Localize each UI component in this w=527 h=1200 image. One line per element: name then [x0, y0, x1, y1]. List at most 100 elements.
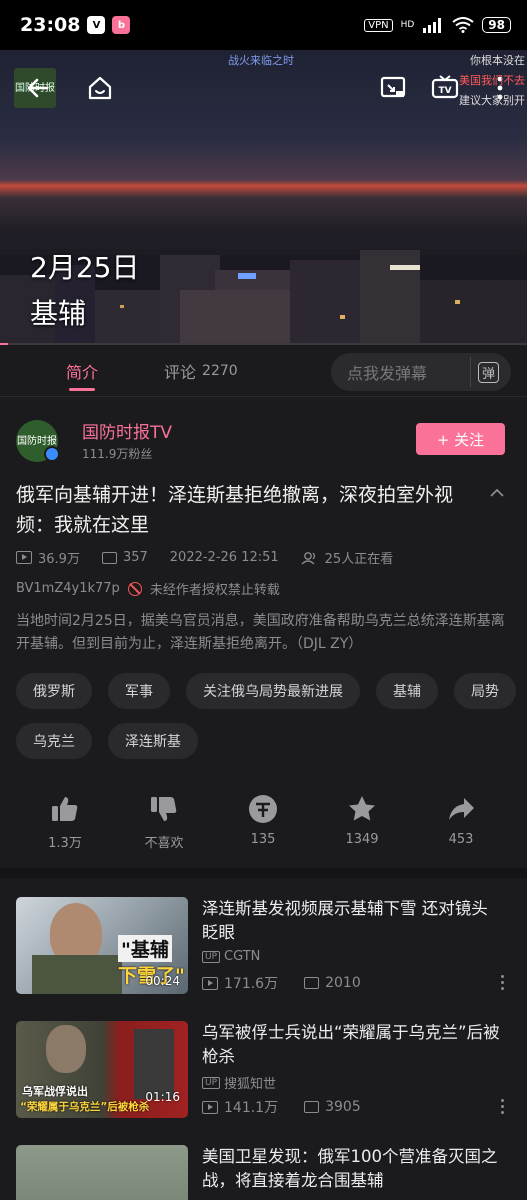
- video-duration: 01:16: [145, 1090, 180, 1104]
- like-count: 1.3万: [48, 836, 82, 851]
- vpn-badge: VPN: [364, 18, 393, 32]
- video-thumbnail[interactable]: [16, 1145, 188, 1200]
- tag-chip[interactable]: 泽连斯基: [108, 723, 198, 759]
- tag-chip[interactable]: 俄罗斯: [16, 673, 92, 709]
- viewers-icon: [301, 551, 315, 564]
- home-button[interactable]: [82, 70, 118, 106]
- video-caption-place: 基辅: [30, 297, 87, 330]
- rec-uploader[interactable]: UP CGTN: [202, 949, 260, 964]
- publish-date: 2022-2-26 12:51: [169, 550, 279, 565]
- signal-icon: [423, 18, 442, 33]
- content-tabs: 简介 评论 2270 点我发弹幕 弹: [0, 345, 527, 397]
- danmaku-count-icon: [304, 1101, 320, 1113]
- danmaku-toggle-button[interactable]: 弹: [470, 357, 506, 387]
- thumb-caption: “荣耀属于乌克兰”后被枪杀: [20, 1101, 150, 1113]
- danmaku-input[interactable]: 点我发弹幕 弹: [331, 353, 511, 391]
- favorite-button[interactable]: 1349: [322, 794, 402, 847]
- more-vertical-icon[interactable]: [501, 1099, 505, 1114]
- danmaku-count-icon: [304, 977, 320, 989]
- tab-comments[interactable]: 评论 2270: [146, 345, 256, 397]
- video-player[interactable]: 国防时报 TV 战火来临之时 你根本没在 美国我们不去 建议大家别开 2月25日…: [0, 50, 527, 345]
- rec-views: 141.1万: [224, 1100, 279, 1116]
- section-divider: [0, 868, 527, 878]
- like-button[interactable]: 1.3万: [25, 794, 105, 851]
- tag-chip[interactable]: 局势: [454, 673, 516, 709]
- tag-list: 俄罗斯 军事 关注俄乌局势最新进展 基辅 局势 乌克兰 泽连斯基: [16, 673, 516, 759]
- rec-stats: 141.1万 3905: [202, 1097, 361, 1117]
- uploader-row: 国防时报 国防时报TV 111.9万粉丝 + 关注: [16, 418, 511, 468]
- danmaku-count-icon: [101, 551, 117, 564]
- danmaku-comment: 建议大家别开: [459, 94, 525, 107]
- coin-count: 135: [250, 832, 276, 847]
- dislike-button[interactable]: 不喜欢: [124, 794, 204, 851]
- video-thumbnail[interactable]: 乌军战俘说出 “荣耀属于乌克兰”后被枪杀 01:16: [16, 1021, 188, 1118]
- status-bar: 23:08 V b VPN HD 98: [0, 0, 527, 50]
- follow-button[interactable]: + 关注: [416, 423, 505, 455]
- bvid[interactable]: BV1mZ4y1k77p: [16, 581, 120, 596]
- chevron-up-icon[interactable]: [487, 483, 507, 503]
- list-item[interactable]: 美国卫星发现：俄军100个营准备灭国之战，将直接着龙合围基辅: [16, 1145, 511, 1200]
- danmaku-comment: 你根本没在: [470, 54, 525, 67]
- coin-button[interactable]: 135: [223, 794, 303, 847]
- rec-uploader[interactable]: UP 搜狐知世: [202, 1073, 276, 1092]
- video-thumbnail[interactable]: "基辅 下雪了" 00:24: [16, 897, 188, 994]
- more-vertical-icon[interactable]: [501, 975, 505, 990]
- video-title: 俄军向基辅开进！泽连斯基拒绝撤离，深夜拍室外视频：我就在这里: [16, 484, 454, 536]
- verified-badge-icon: [44, 446, 60, 462]
- video-description: 当地时间2月25日，据美乌官员消息，美国政府准备帮助乌克兰总统泽连斯基离开基辅。…: [16, 613, 505, 652]
- tag-chip[interactable]: 基辅: [376, 673, 438, 709]
- danmaku-comment: 战火来临之时: [228, 54, 294, 67]
- wifi-icon: [452, 17, 474, 33]
- danmaku-count: 357: [122, 550, 148, 565]
- share-button[interactable]: 453: [421, 794, 501, 847]
- views-icon: [16, 551, 32, 564]
- danmaku-toggle-icon: 弹: [477, 361, 499, 383]
- action-bar: 1.3万 不喜欢 135 1349 453: [0, 790, 527, 851]
- comment-count: 2270: [202, 362, 238, 379]
- cast-button[interactable]: [375, 70, 411, 106]
- uploader-name[interactable]: 国防时报TV: [82, 418, 172, 443]
- tag-chip[interactable]: 乌克兰: [16, 723, 92, 759]
- share-count: 453: [448, 832, 474, 847]
- status-time: 23:08: [20, 14, 81, 36]
- list-item[interactable]: 乌军战俘说出 “荣耀属于乌克兰”后被枪杀 01:16 乌军被俘士兵说出“荣耀属于…: [16, 1021, 511, 1121]
- danmaku-placeholder: 点我发弹幕: [347, 364, 428, 383]
- tab-intro[interactable]: 简介: [48, 345, 116, 397]
- svg-text:TV: TV: [438, 86, 451, 96]
- tv-icon: TV: [431, 75, 459, 99]
- fans-count: 111.9万粉丝: [82, 447, 153, 461]
- video-meta: 36.9万 357 2022-2-26 12:51 25人正在看: [16, 548, 393, 567]
- share-icon: [449, 798, 474, 820]
- cast-icon: [380, 76, 406, 98]
- view-count: 36.9万: [38, 552, 80, 567]
- no-repost-icon: [127, 581, 142, 596]
- list-item[interactable]: "基辅 下雪了" 00:24 泽连斯基发视频展示基辅下雪 还对镜头眨眼 UP C…: [16, 897, 511, 997]
- rec-uploader-name: CGTN: [224, 949, 261, 964]
- back-arrow-icon: [27, 78, 49, 98]
- person-body-image: [32, 955, 122, 994]
- bilibili-icon: b: [112, 16, 131, 34]
- up-badge-icon: UP: [202, 1076, 221, 1089]
- rec-uploader-name: 搜狐知世: [224, 1077, 277, 1092]
- dislike-label: 不喜欢: [144, 836, 184, 851]
- favorite-count: 1349: [345, 832, 379, 847]
- thumbs-down-icon: [151, 797, 177, 821]
- views-icon: [202, 1100, 218, 1114]
- watching-now: 25人正在看: [324, 552, 394, 567]
- tag-chip[interactable]: 关注俄乌局势最新进展: [186, 673, 360, 709]
- tab-intro-label: 简介: [66, 362, 99, 382]
- rec-title: 泽连斯基发视频展示基辅下雪 还对镜头眨眼: [202, 899, 488, 942]
- tag-chip[interactable]: 军事: [108, 673, 170, 709]
- up-badge-icon: UP: [202, 950, 221, 963]
- thumb-caption: "基辅: [118, 935, 172, 962]
- rec-danmaku: 3905: [325, 1099, 361, 1115]
- app-v-icon: V: [87, 16, 106, 34]
- battery-indicator: 98: [482, 17, 511, 33]
- views-icon: [202, 976, 218, 990]
- coin-icon: [249, 795, 277, 823]
- tv-button[interactable]: TV: [427, 70, 463, 106]
- video-caption-date: 2月25日: [30, 251, 140, 284]
- back-button[interactable]: [20, 70, 56, 106]
- rec-danmaku: 2010: [325, 975, 361, 991]
- danmaku-comment: 美国我们不去: [459, 74, 525, 87]
